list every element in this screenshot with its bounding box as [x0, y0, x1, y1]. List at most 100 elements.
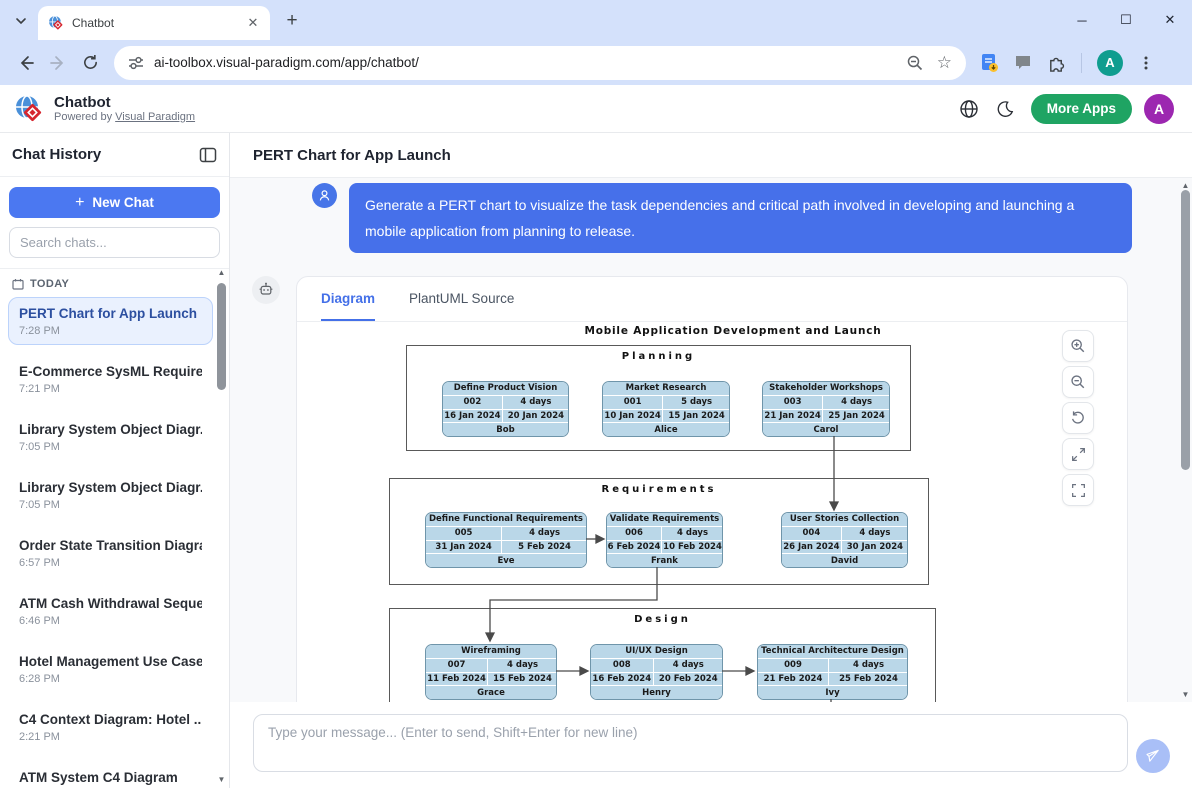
task-id: 005: [426, 527, 501, 540]
window-maximize-button[interactable]: ☐: [1104, 0, 1148, 40]
main-scrollbar[interactable]: ▲ ▼: [1179, 178, 1192, 702]
user-account-avatar[interactable]: A: [1144, 94, 1174, 124]
sidebar-scrollbar[interactable]: ▲ ▼: [216, 264, 227, 788]
plus-icon: +: [75, 194, 84, 212]
chat-list-item[interactable]: Hotel Management Use Case 6:28 PM: [8, 645, 213, 693]
scroll-down-arrow[interactable]: ▼: [1179, 690, 1192, 699]
task-start-date: 21 Jan 2024: [763, 410, 822, 423]
task-end-date: 25 Feb 2024: [829, 673, 908, 686]
chat-list-item[interactable]: ATM Cash Withdrawal Seque... 6:46 PM: [8, 587, 213, 635]
tab-search-button[interactable]: [8, 8, 34, 34]
task-owner: Grace: [426, 686, 556, 699]
tab-plantuml-source[interactable]: PlantUML Source: [409, 277, 514, 321]
back-button[interactable]: [10, 47, 42, 79]
chat-list-item[interactable]: ATM System C4 Diagram 2:08 PM: [8, 761, 213, 788]
task-owner: Eve: [426, 554, 586, 567]
calendar-icon: [12, 278, 24, 290]
fullscreen-button[interactable]: [1062, 474, 1094, 506]
chat-list-item[interactable]: Library System Object Diagr... 7:05 PM: [8, 471, 213, 519]
message-input-bar: [230, 702, 1192, 788]
app-title: Chatbot: [54, 94, 195, 111]
expand-button[interactable]: [1062, 438, 1094, 470]
chat-item-title: Library System Object Diagr...: [19, 421, 202, 439]
chat-list-item[interactable]: C4 Context Diagram: Hotel ... 2:21 PM: [8, 703, 213, 751]
collapse-sidebar-icon[interactable]: [199, 147, 217, 163]
task-owner: Bob: [443, 423, 568, 436]
dark-mode-button[interactable]: [987, 91, 1023, 127]
pert-section-design: DesignWireframing0074 days11 Feb 202415 …: [389, 608, 936, 702]
scroll-up-arrow[interactable]: ▲: [216, 268, 227, 277]
browser-menu-kebab-icon[interactable]: [1138, 55, 1154, 71]
fullscreen-corners-icon: [1071, 483, 1086, 498]
scroll-up-arrow[interactable]: ▲: [1179, 181, 1192, 190]
task-start-date: 21 Feb 2024: [758, 673, 828, 686]
chat-item-title: E-Commerce SysML Require...: [19, 363, 202, 381]
bookmark-star-icon[interactable]: ☆: [937, 54, 952, 71]
url-text: ai-toolbox.visual-paradigm.com/app/chatb…: [154, 55, 906, 70]
browser-tab[interactable]: Chatbot ✕: [38, 6, 270, 40]
chat-item-title: Order State Transition Diagra...: [19, 537, 202, 555]
chat-list-item[interactable]: Library System Object Diagr... 7:05 PM: [8, 413, 213, 461]
message-input[interactable]: [268, 725, 1113, 761]
chat-list-item[interactable]: Order State Transition Diagra... 6:57 PM: [8, 529, 213, 577]
extensions-puzzle-icon[interactable]: [1047, 53, 1066, 72]
task-id: 008: [591, 659, 653, 672]
reset-view-button[interactable]: [1062, 402, 1094, 434]
diagram-response-card: Diagram PlantUML Source Mobile Applicati…: [296, 276, 1128, 702]
more-apps-button[interactable]: More Apps: [1031, 94, 1132, 124]
window-close-button[interactable]: ✕: [1148, 0, 1192, 40]
chat-list-item[interactable]: PERT Chart for App Launch 7:28 PM: [8, 297, 213, 345]
send-plane-icon: [1145, 748, 1161, 764]
user-avatar: [312, 183, 337, 208]
task-title: Define Functional Requirements: [426, 513, 586, 526]
language-globe-button[interactable]: [951, 91, 987, 127]
pert-task-card: Market Research0015 days10 Jan 202415 Ja…: [602, 381, 730, 437]
docs-extension-icon[interactable]: [980, 53, 999, 73]
page-zoom-icon[interactable]: [906, 54, 924, 72]
search-chats-box: [9, 227, 220, 258]
pert-task-card: Stakeholder Workshops0034 days21 Jan 202…: [762, 381, 890, 437]
pert-diagram-canvas[interactable]: Mobile Application Development and Launc…: [297, 322, 1127, 702]
task-title: User Stories Collection: [782, 513, 907, 526]
diagram-zoom-controls: [1062, 330, 1094, 506]
browser-toolbar: ai-toolbox.visual-paradigm.com/app/chatb…: [0, 40, 1192, 85]
new-chat-button[interactable]: + New Chat: [9, 187, 220, 218]
zoom-out-button[interactable]: [1062, 366, 1094, 398]
scroll-down-arrow[interactable]: ▼: [216, 775, 227, 784]
chat-list-item[interactable]: E-Commerce SysML Require... 7:21 PM: [8, 355, 213, 403]
chat-item-title: C4 Context Diagram: Hotel ...: [19, 711, 202, 729]
task-id: 006: [607, 527, 661, 540]
forward-button[interactable]: [42, 47, 74, 79]
pert-task-card: Wireframing0074 days11 Feb 202415 Feb 20…: [425, 644, 557, 700]
tab-diagram[interactable]: Diagram: [321, 277, 375, 321]
chat-item-time: 7:05 PM: [19, 499, 202, 511]
chat-extension-icon[interactable]: [1014, 54, 1032, 71]
tab-close-icon[interactable]: ✕: [244, 14, 262, 32]
site-settings-icon: [128, 55, 144, 71]
new-tab-button[interactable]: +: [278, 7, 306, 35]
visual-paradigm-link[interactable]: Visual Paradigm: [115, 111, 195, 123]
task-start-date: 16 Jan 2024: [443, 410, 502, 423]
task-id: 003: [763, 396, 822, 409]
zoom-out-icon: [1070, 374, 1086, 390]
main-scrollbar-thumb[interactable]: [1181, 190, 1190, 470]
reload-button[interactable]: [74, 47, 106, 79]
browser-profile-avatar[interactable]: A: [1097, 50, 1123, 76]
task-start-date: 10 Jan 2024: [603, 410, 662, 423]
chat-item-title: ATM Cash Withdrawal Seque...: [19, 595, 202, 613]
send-button[interactable]: [1136, 739, 1170, 773]
window-minimize-button[interactable]: ─: [1060, 0, 1104, 40]
zoom-in-button[interactable]: [1062, 330, 1094, 362]
task-owner: Frank: [607, 554, 722, 567]
task-end-date: 25 Jan 2024: [823, 410, 890, 423]
sidebar-scrollbar-thumb[interactable]: [217, 283, 226, 390]
search-input[interactable]: [20, 235, 209, 250]
chat-item-time: 2:21 PM: [19, 731, 202, 743]
chat-message-area: Generate a PERT chart to visualize the t…: [230, 178, 1192, 702]
pert-task-card: UI/UX Design0084 days16 Feb 202420 Feb 2…: [590, 644, 723, 700]
task-id: 002: [443, 396, 502, 409]
chat-list: PERT Chart for App Launch 7:28 PM E-Comm…: [0, 293, 229, 788]
pert-section-label: Planning: [407, 351, 910, 362]
url-bar[interactable]: ai-toolbox.visual-paradigm.com/app/chatb…: [114, 46, 966, 80]
task-duration: 4 days: [662, 527, 723, 540]
